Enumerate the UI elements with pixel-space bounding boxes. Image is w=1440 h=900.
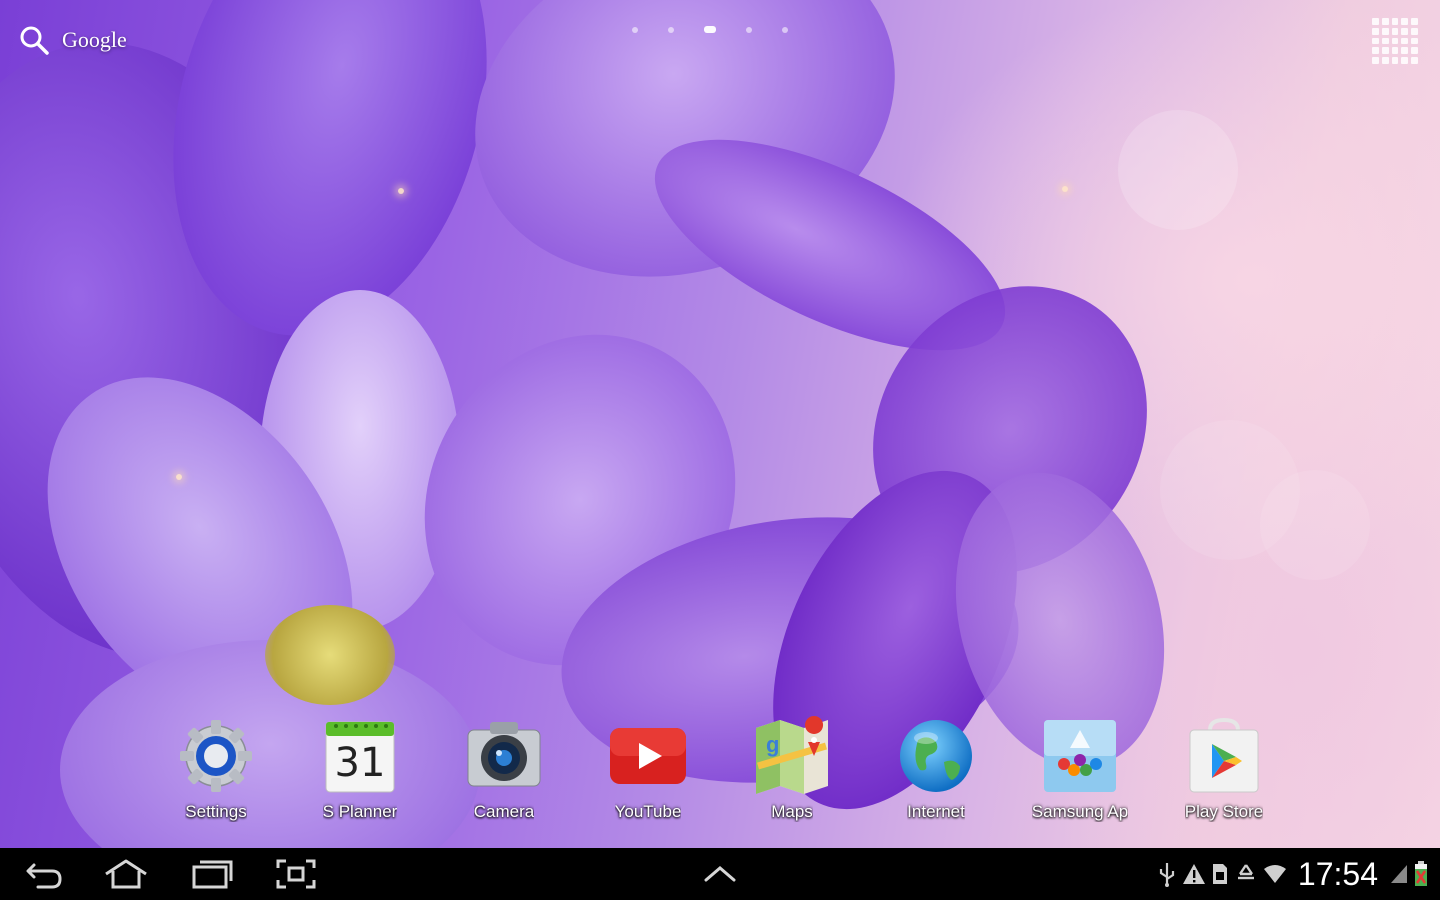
globe-icon — [896, 716, 976, 796]
app-label: S Planner — [322, 802, 398, 821]
page-dot — [782, 26, 788, 33]
app-label: YouTube — [614, 802, 682, 821]
signal-icon — [1391, 865, 1407, 883]
app-dock: Settings 31 S Planner Camera YouTube g M… — [0, 716, 1440, 826]
wifi-icon — [1263, 865, 1286, 883]
app-label: Play Store — [1184, 802, 1264, 821]
app-label: Samsung Ap — [1031, 802, 1129, 821]
calendar-day: 31 — [334, 740, 386, 786]
app-internet[interactable]: Internet — [871, 716, 1001, 822]
app-youtube[interactable]: YouTube — [583, 716, 713, 822]
maps-icon: g — [752, 716, 832, 796]
app-samsung-apps[interactable]: Samsung Ap — [1015, 716, 1145, 822]
recent-apps-icon — [192, 860, 233, 889]
clock: 17:54 — [1297, 855, 1378, 892]
page-indicator — [632, 26, 788, 33]
app-camera[interactable]: Camera — [439, 716, 569, 822]
back-button[interactable] — [20, 856, 68, 892]
app-maps[interactable]: g Maps — [727, 716, 857, 822]
play-store-icon — [1184, 716, 1264, 796]
google-search-label: Google — [62, 27, 127, 52]
calendar-icon: 31 — [320, 716, 400, 796]
app-label: Camera — [473, 802, 535, 821]
back-icon — [26, 863, 62, 889]
page-dot — [632, 26, 638, 33]
chevron-up-icon — [704, 866, 736, 882]
google-search-bar[interactable]: Google — [18, 22, 127, 58]
recent-apps-button[interactable] — [188, 856, 236, 892]
sd-card-icon — [1212, 864, 1227, 884]
battery-icon — [1415, 861, 1427, 886]
home-icon — [105, 859, 147, 889]
home-button[interactable] — [102, 856, 150, 892]
usb-icon — [1159, 863, 1175, 887]
recycle-icon — [1237, 864, 1254, 880]
screenshot-button[interactable] — [272, 856, 320, 892]
page-dot — [746, 26, 752, 33]
quick-panel-button[interactable] — [696, 856, 744, 892]
svg-text:g: g — [766, 732, 779, 757]
app-play-store[interactable]: Play Store — [1159, 716, 1289, 822]
app-label: Settings — [185, 802, 247, 821]
warning-icon — [1182, 864, 1205, 884]
page-dot-active — [704, 26, 716, 33]
app-label: Internet — [907, 802, 965, 821]
camera-icon — [464, 716, 544, 796]
status-area[interactable]: 17:54 — [1157, 854, 1428, 894]
all-apps-button[interactable] — [1372, 18, 1418, 64]
screenshot-icon — [276, 859, 316, 889]
search-icon — [20, 26, 49, 55]
navigation-bar: 17:54 — [0, 848, 1440, 900]
page-dot — [668, 26, 674, 33]
settings-icon — [176, 716, 256, 796]
app-settings[interactable]: Settings — [151, 716, 281, 822]
app-label: Maps — [771, 802, 813, 821]
youtube-icon — [608, 716, 688, 796]
app-s-planner[interactable]: 31 S Planner — [295, 716, 425, 822]
samsung-apps-icon — [1040, 716, 1120, 796]
